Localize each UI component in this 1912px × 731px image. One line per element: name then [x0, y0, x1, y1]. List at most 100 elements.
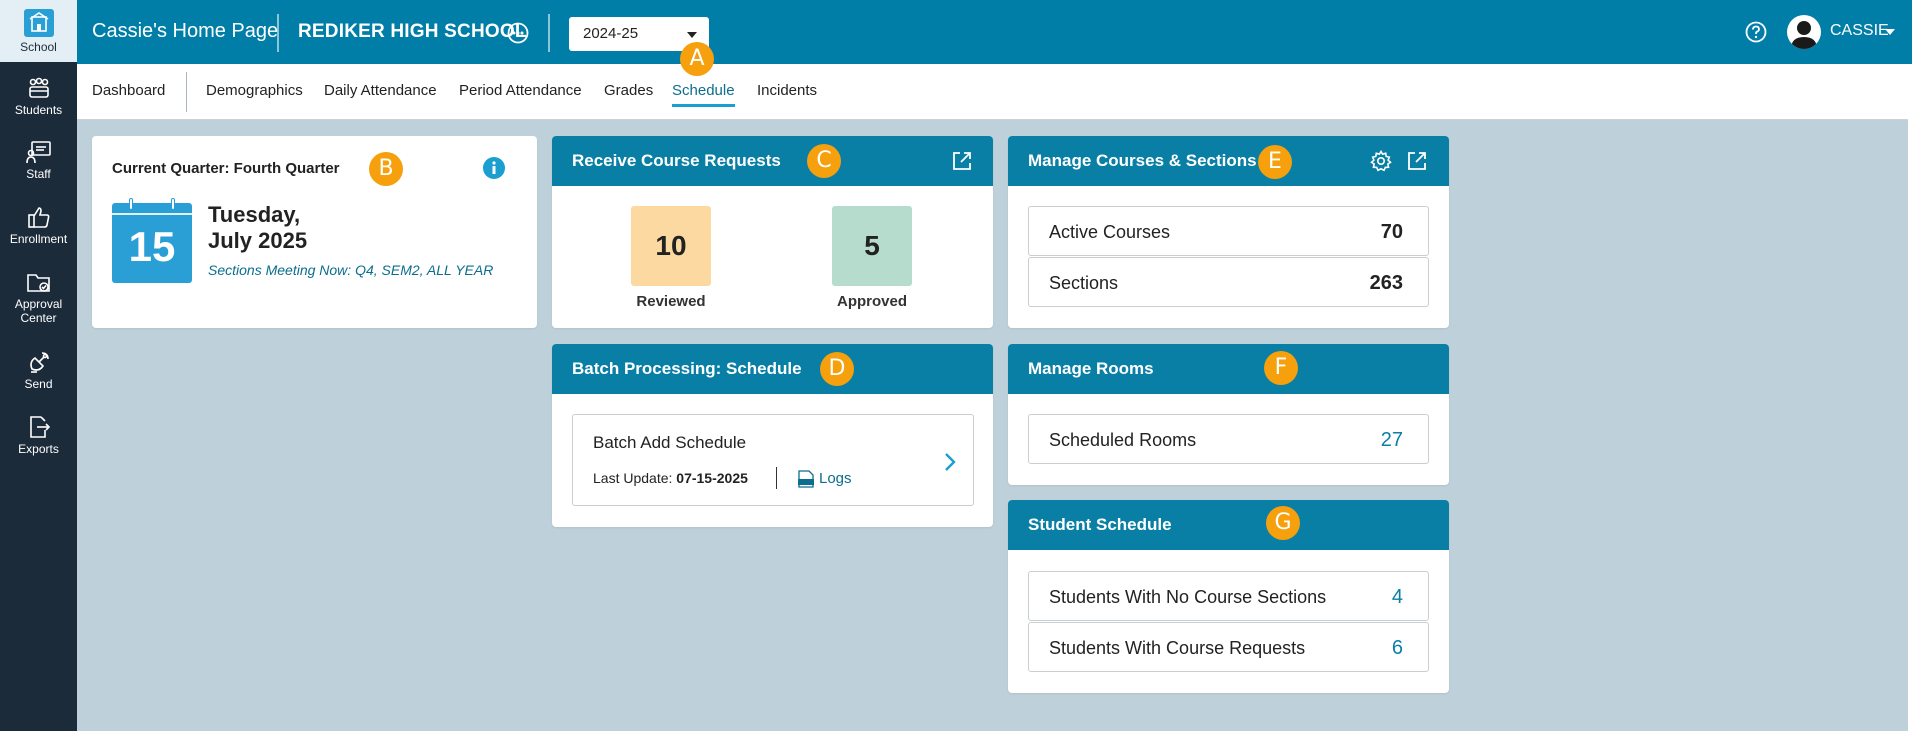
tab-incidents[interactable]: Incidents [757, 82, 817, 99]
no-course-sections-row[interactable]: Students With No Course Sections 4 [1028, 571, 1429, 621]
tab-grades[interactable]: Grades [604, 82, 653, 99]
scheduled-rooms-value: 27 [1380, 429, 1403, 451]
nav-approval-center[interactable]: Approval Center [0, 270, 77, 330]
nav-students[interactable]: Students [0, 76, 77, 122]
nav-approval-label: Approval [14, 297, 63, 311]
chevron-right-icon[interactable] [943, 451, 957, 473]
manage-courses-card: Manage Courses & Sections Active Courses… [1008, 136, 1449, 328]
batch-processing-card: Batch Processing: Schedule Batch Add Sch… [552, 344, 993, 527]
nav-exports-label: Exports [18, 442, 59, 456]
active-courses-row[interactable]: Active Courses 70 [1028, 206, 1429, 256]
course-requests-header: Receive Course Requests [552, 136, 993, 186]
active-courses-label: Active Courses [1049, 222, 1171, 242]
export-icon [29, 416, 50, 438]
calendar-ring [129, 198, 133, 210]
external-link-icon[interactable] [951, 150, 973, 172]
nav-students-label: Students [14, 103, 63, 117]
right-edge [1908, 64, 1912, 731]
course-requests-card: Receive Course Requests 10 Reviewed 5 Ap… [552, 136, 993, 328]
calendar-icon: 15 [112, 198, 192, 283]
top-bar: Cassie's Home Page REDIKER HIGH SCHOOL 2… [77, 0, 1912, 64]
sections-meeting-now: Sections Meeting Now: Q4, SEM2, ALL YEAR [208, 262, 494, 278]
nav-staff[interactable]: Staff [0, 140, 77, 186]
school-icon [23, 9, 54, 37]
staff-icon [25, 141, 51, 164]
chevron-down-icon [687, 32, 697, 38]
sections-row[interactable]: Sections 263 [1028, 257, 1429, 307]
sections-label: Sections [1049, 273, 1119, 293]
manage-courses-header: Manage Courses & Sections [1008, 136, 1449, 186]
last-update-label: Last Update: [593, 470, 673, 486]
tab-schedule[interactable]: Schedule [672, 82, 735, 99]
approved-label: Approved [836, 293, 907, 310]
calendar-day: 15 [128, 223, 176, 270]
batch-processing-header: Batch Processing: Schedule [552, 344, 993, 394]
info-icon[interactable] [482, 156, 506, 180]
scheduled-rooms-row[interactable]: Scheduled Rooms 27 [1028, 414, 1429, 464]
reviewed-label: Reviewed [636, 293, 706, 310]
marker-a: A [680, 42, 714, 76]
tab-divider [186, 72, 187, 112]
home-page-title[interactable]: Cassie's Home Page [92, 20, 278, 43]
course-requests-title: Receive Course Requests [572, 151, 781, 170]
nav-exports[interactable]: Exports [0, 415, 77, 461]
students-icon [28, 77, 49, 98]
user-name[interactable]: CASSIE [1830, 22, 1889, 40]
nav-enrollment-label: Enrollment [9, 232, 68, 246]
current-month-year: July 2025 [208, 228, 308, 253]
left-nav: School Students Staff Enrollment Approva… [0, 0, 77, 731]
marker-b: B [369, 152, 403, 186]
student-schedule-header: Student Schedule [1008, 500, 1449, 550]
logs-link[interactable]: Logs [819, 470, 852, 487]
tab-daily-attendance[interactable]: Daily Attendance [324, 82, 437, 99]
external-link-icon[interactable] [1406, 150, 1428, 172]
nav-approval-label-2: Center [20, 311, 57, 325]
user-avatar-icon [1791, 21, 1817, 49]
batch-divider [776, 467, 777, 489]
no-course-sections-label: Students With No Course Sections [1049, 587, 1327, 607]
manage-rooms-card: Manage Rooms Scheduled Rooms 27 [1008, 344, 1449, 485]
batch-add-schedule-title: Batch Add Schedule [593, 433, 747, 452]
folder-icon [26, 274, 50, 292]
marker-g: G [1266, 506, 1300, 540]
tab-dashboard[interactable]: Dashboard [92, 82, 165, 99]
current-quarter-card: Current Quarter: Fourth Quarter 15 Tuesd… [92, 136, 537, 328]
marker-c: C [807, 144, 841, 178]
tab-demographics[interactable]: Demographics [206, 82, 303, 99]
header-divider [277, 14, 279, 52]
nav-staff-label: Staff [26, 167, 51, 181]
marker-e: E [1258, 145, 1292, 179]
manage-rooms-header: Manage Rooms [1008, 344, 1449, 394]
avatar[interactable] [1787, 15, 1821, 49]
batch-processing-title: Batch Processing: Schedule [572, 359, 802, 378]
gear-icon[interactable] [1370, 150, 1392, 172]
satellite-icon [29, 352, 49, 373]
thumbs-up-icon [27, 207, 49, 228]
last-update-value: 07-15-2025 [676, 470, 748, 486]
school-year-value: 2024-25 [583, 25, 639, 42]
tab-bar: Dashboard Demographics Daily Attendance … [77, 64, 1908, 120]
marker-d: D [820, 352, 854, 386]
approved-count[interactable]: 5 [832, 206, 912, 286]
batch-add-schedule-item[interactable]: Batch Add Schedule Last Update: 07-15-20… [572, 414, 974, 506]
sections-value: 263 [1369, 272, 1403, 294]
nav-send[interactable]: Send [0, 350, 77, 396]
nav-enrollment[interactable]: Enrollment [0, 205, 77, 251]
reviewed-count[interactable]: 10 [631, 206, 711, 286]
more-options-icon[interactable] [507, 22, 529, 44]
course-requests-row[interactable]: Students With Course Requests 6 [1028, 622, 1429, 672]
nav-school[interactable]: School [0, 0, 77, 62]
nav-school-label: School [20, 40, 57, 54]
tab-period-attendance[interactable]: Period Attendance [459, 82, 582, 99]
student-schedule-title: Student Schedule [1028, 515, 1172, 534]
help-icon[interactable] [1745, 21, 1767, 43]
student-schedule-card: Student Schedule Students With No Course… [1008, 500, 1449, 693]
current-quarter-title: Current Quarter: Fourth Quarter [112, 160, 340, 177]
no-course-sections-value: 4 [1391, 586, 1403, 608]
log-file-icon[interactable] [798, 470, 814, 488]
nav-send-label: Send [24, 377, 53, 391]
active-tab-indicator [672, 104, 735, 107]
user-menu-chevron-icon[interactable] [1885, 29, 1895, 35]
scheduled-rooms-label: Scheduled Rooms [1049, 430, 1197, 450]
marker-f: F [1264, 351, 1298, 385]
